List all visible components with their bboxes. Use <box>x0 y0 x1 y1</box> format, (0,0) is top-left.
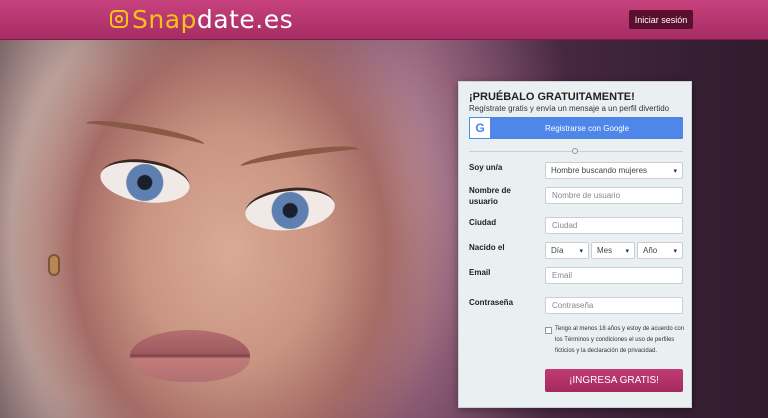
gender-label: Soy un/a <box>469 163 503 172</box>
city-label: Ciudad <box>469 218 497 227</box>
birth-year-select[interactable]: Año ▾ <box>637 242 683 259</box>
google-signup-label: Registrarse con Google <box>544 123 630 133</box>
gender-select-value: Hombre buscando mujeres <box>551 166 648 175</box>
chevron-down-icon: ▾ <box>579 247 583 255</box>
gender-select[interactable]: Hombre buscando mujeres ▾ <box>545 162 683 179</box>
chevron-down-icon: ▾ <box>625 247 629 255</box>
form-subtitle: Regístrate gratis y envía un mensaje a u… <box>469 104 670 113</box>
terms-checkbox[interactable] <box>545 327 552 334</box>
registration-form: ¡PRUÉBALO GRATUITAMENTE! Regístrate grat… <box>458 81 692 408</box>
birth-month-value: Mes <box>597 246 613 255</box>
birth-day-value: Día <box>551 246 564 255</box>
email-label: Email <box>469 268 491 277</box>
birth-year-value: Año <box>643 246 658 255</box>
privacy-link[interactable]: declaración de privacidad <box>587 348 655 354</box>
site-logo[interactable]: Snapdate.es <box>110 4 293 34</box>
city-input[interactable] <box>545 217 683 234</box>
login-button[interactable]: Iniciar sesión <box>629 10 693 29</box>
google-signup-button[interactable]: G Registrarse con Google <box>469 117 683 139</box>
terms-text: Tengo al menos 18 años y estoy de acuerd… <box>555 326 685 354</box>
camera-icon <box>110 10 128 28</box>
divider-dot <box>572 148 578 154</box>
username-input[interactable] <box>545 187 683 204</box>
password-input[interactable] <box>545 297 683 314</box>
logo-text: Snapdate.es <box>132 4 294 34</box>
form-title: ¡PRUÉBALO GRATUITAMENTE! <box>469 91 635 103</box>
password-label: Contraseña <box>469 298 514 307</box>
chevron-down-icon: ▾ <box>673 167 677 175</box>
submit-button[interactable]: ¡INGRESA GRATIS! <box>545 369 683 392</box>
chevron-down-icon: ▾ <box>673 247 677 255</box>
username-label: Nombre de usuario <box>469 186 511 206</box>
birth-month-select[interactable]: Mes ▾ <box>591 242 635 259</box>
divider <box>469 148 683 154</box>
top-navigation-bar: Snapdate.es Iniciar sesión <box>0 0 768 40</box>
birthdate-label: Nacido el <box>469 243 505 252</box>
email-input[interactable] <box>545 267 683 284</box>
birth-day-select[interactable]: Día ▾ <box>545 242 589 259</box>
google-icon: G <box>469 117 491 139</box>
terms-link[interactable]: Términos y condiciones <box>564 337 627 343</box>
